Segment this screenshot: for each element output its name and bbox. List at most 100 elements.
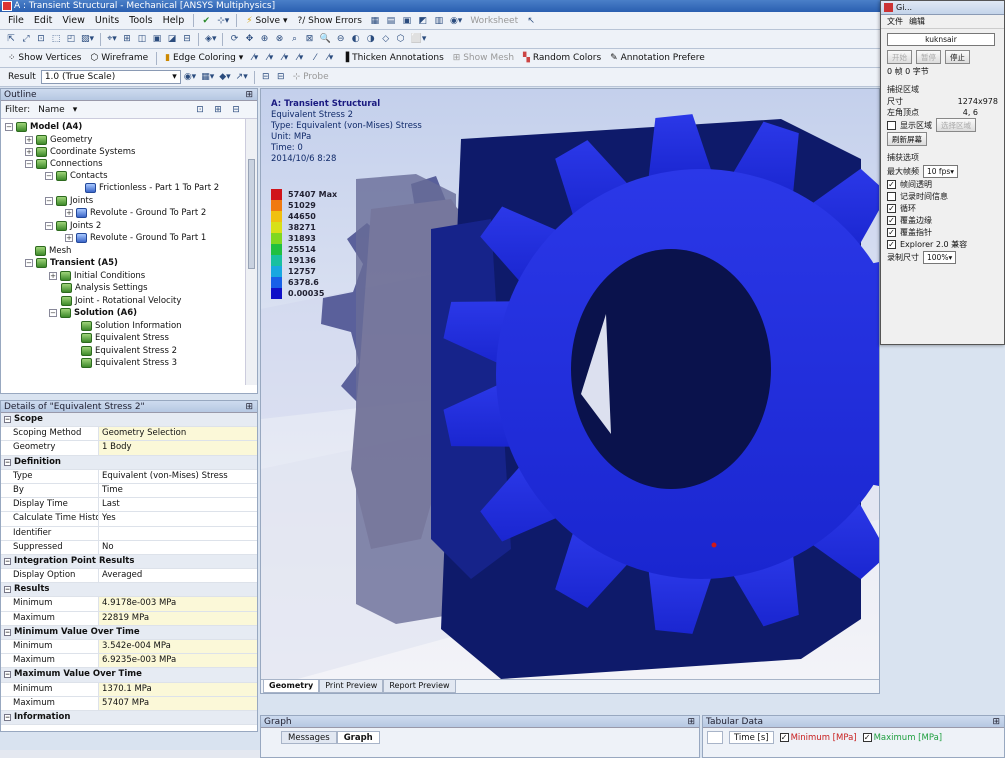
collapse-all-icon[interactable]: ⊟ [229,103,243,117]
wireframe-button[interactable]: ⬡ Wireframe [86,51,152,65]
tree-node-geometry[interactable]: + Geometry [25,134,92,146]
green-check-icon[interactable]: ✔ [199,14,213,28]
record-size-dropdown[interactable]: 100% ▾ [923,250,957,264]
figure-icon[interactable]: ◩ [416,14,430,28]
show-errors-button[interactable]: ?/ Show Errors [293,14,365,28]
property-value[interactable]: 4.9178e-003 MPa [99,597,257,611]
property-value[interactable]: 1 Body [99,441,257,455]
solve-button[interactable]: ⚡ Solve ▾ [242,14,291,28]
column-time[interactable]: Time [s] [729,731,774,744]
max-label-icon[interactable]: ⊟ [259,70,273,84]
capture-option[interactable]: ✓ 覆盖边缘 [881,214,1004,226]
tree-node-initial-conditions[interactable]: + Initial Conditions [49,270,145,282]
geometry-display-icon[interactable]: ◉▾ [182,70,198,84]
pin-icon[interactable]: ⊞ [687,716,695,728]
camera-icon[interactable]: ◉▾ [448,14,464,28]
edge-select-icon[interactable]: ⬚ [49,32,63,46]
tree-node-connections[interactable]: − Connections [25,158,103,170]
show-region-checkbox[interactable] [887,120,896,130]
viewport-icon[interactable]: ⬜▾ [409,32,429,46]
start-button[interactable]: 开始 [887,50,912,64]
details-section[interactable]: − Definition [1,455,257,470]
collapse-toggle[interactable]: − [4,714,11,722]
property-value[interactable]: Time [99,483,257,498]
select-all-icon[interactable]: ⊟ [180,32,194,46]
recorder-menu-file[interactable]: 文件 [887,16,903,27]
edge-display-6-icon[interactable]: ⁄▾ [323,51,337,65]
tree-node-frictionless[interactable]: Frictionless - Part 1 To Part 2 [85,182,219,194]
collapse-toggle[interactable]: − [49,309,57,317]
property-value[interactable]: Geometry Selection [99,427,257,441]
capture-option[interactable]: ✓ 循环 [881,202,1004,214]
details-section[interactable]: − Information [1,710,257,726]
menu-edit[interactable]: Edit [30,15,56,26]
filter-icon[interactable]: ⊡ [193,103,207,117]
option-checkbox[interactable]: ✓ [887,239,896,249]
details-row[interactable]: Maximum 22819 MPa [1,611,257,626]
min-label-icon[interactable]: ⊟ [274,70,288,84]
details-row[interactable]: Calculate Time HistoryYes [1,512,257,527]
tree-node-joints[interactable]: − Joints [45,195,93,207]
vertex-select-icon[interactable]: ⊡ [34,32,48,46]
tree-node-equivalent-stress-2[interactable]: Equivalent Stress 2 [81,345,177,357]
random-colors-button[interactable]: ▚ Random Colors [519,51,605,65]
capture-option[interactable]: ✓ Explorer 2.0 兼容 [881,238,1004,250]
scrollbar-thumb[interactable] [248,159,255,269]
graphics-viewport[interactable]: A: Transient Structural Equivalent Stres… [260,88,880,694]
pause-button[interactable]: 暂停 [916,50,941,64]
cube-view-icon[interactable]: ▣ [150,32,164,46]
property-value[interactable]: 57407 MPa [99,696,257,710]
collapse-toggle[interactable]: − [45,197,53,205]
details-row[interactable]: Display Time Last [1,498,257,513]
stop-button[interactable]: 停止 [945,50,970,64]
expand-toggle[interactable]: + [49,272,57,280]
rotate-icon[interactable]: ⟳ [227,32,241,46]
image-icon[interactable]: ▣ [400,14,414,28]
extend-icon[interactable]: ⊞ [120,32,134,46]
scale-dropdown[interactable]: 1.0 (True Scale) ▾ [40,70,181,84]
tab-graph[interactable]: Graph [336,731,380,744]
tree-node-joint-velocity[interactable]: Joint - Rotational Velocity [61,295,181,307]
details-row[interactable]: Maximum 6.9235e-003 MPa [1,654,257,669]
option-checkbox[interactable]: ✓ [887,215,896,225]
zoom-selection-icon[interactable]: ⊠ [302,32,316,46]
pointer-icon[interactable]: ⇱ [4,32,18,46]
details-row[interactable]: Minimum 3.542e-004 MPa [1,640,257,655]
table-icon[interactable]: ▦ [368,14,382,28]
show-vertices-button[interactable]: ⁘ Show Vertices [4,51,85,65]
tree-node-equivalent-stress-3[interactable]: Equivalent Stress 3 [81,357,177,369]
option-checkbox[interactable]: ✓ [887,203,896,213]
recorder-filename-field[interactable]: kuknsair [887,33,995,46]
details-section[interactable]: − Integration Point Results [1,554,257,570]
help-cursor-icon[interactable]: ↖ [524,14,538,28]
next-view-icon[interactable]: ◑ [364,32,378,46]
details-row[interactable]: Suppressed No [1,540,257,555]
details-row[interactable]: Minimum 1370.1 MPa [1,682,257,697]
property-value[interactable]: 1370.1 MPa [99,682,257,696]
menu-view[interactable]: View [58,15,89,26]
details-section[interactable]: − Scope [1,413,257,428]
collapse-toggle[interactable]: − [4,458,11,466]
details-section[interactable]: − Minimum Value Over Time [1,625,257,640]
face-select-icon[interactable]: ◰ [64,32,78,46]
expand-toggle[interactable]: + [25,136,33,144]
capture-option[interactable]: ✓ 覆盖指针 [881,226,1004,238]
annotation-preferences-button[interactable]: ✎ Annotation Prefere [606,51,709,65]
menu-units[interactable]: Units [91,15,123,26]
edge-display-4-icon[interactable]: ⁄▾ [293,51,307,65]
recorder-menu-edit[interactable]: 编辑 [909,16,925,27]
option-checkbox[interactable] [887,191,896,201]
property-value[interactable]: Last [99,498,257,512]
edge-display-2-icon[interactable]: ⁄▾ [263,51,277,65]
tree-node-contacts[interactable]: − Contacts [45,170,108,182]
report-icon[interactable]: ▤ [384,14,398,28]
thicken-annotations-button[interactable]: ▐ Thicken Annotations [338,51,447,65]
tree-node-transient[interactable]: − Transient (A5) [25,257,118,269]
details-row[interactable]: Type Equivalent (von-Mises) Stress [1,469,257,484]
property-value[interactable]: Yes [99,512,257,526]
show-mesh-button[interactable]: ⊞ Show Mesh [449,51,518,65]
tree-node-analysis-settings[interactable]: Analysis Settings [61,282,148,294]
display-style-icon[interactable]: ◈▾ [203,32,218,46]
option-checkbox[interactable]: ✓ [887,179,896,189]
tab-report-preview[interactable]: Report Preview [383,680,456,693]
